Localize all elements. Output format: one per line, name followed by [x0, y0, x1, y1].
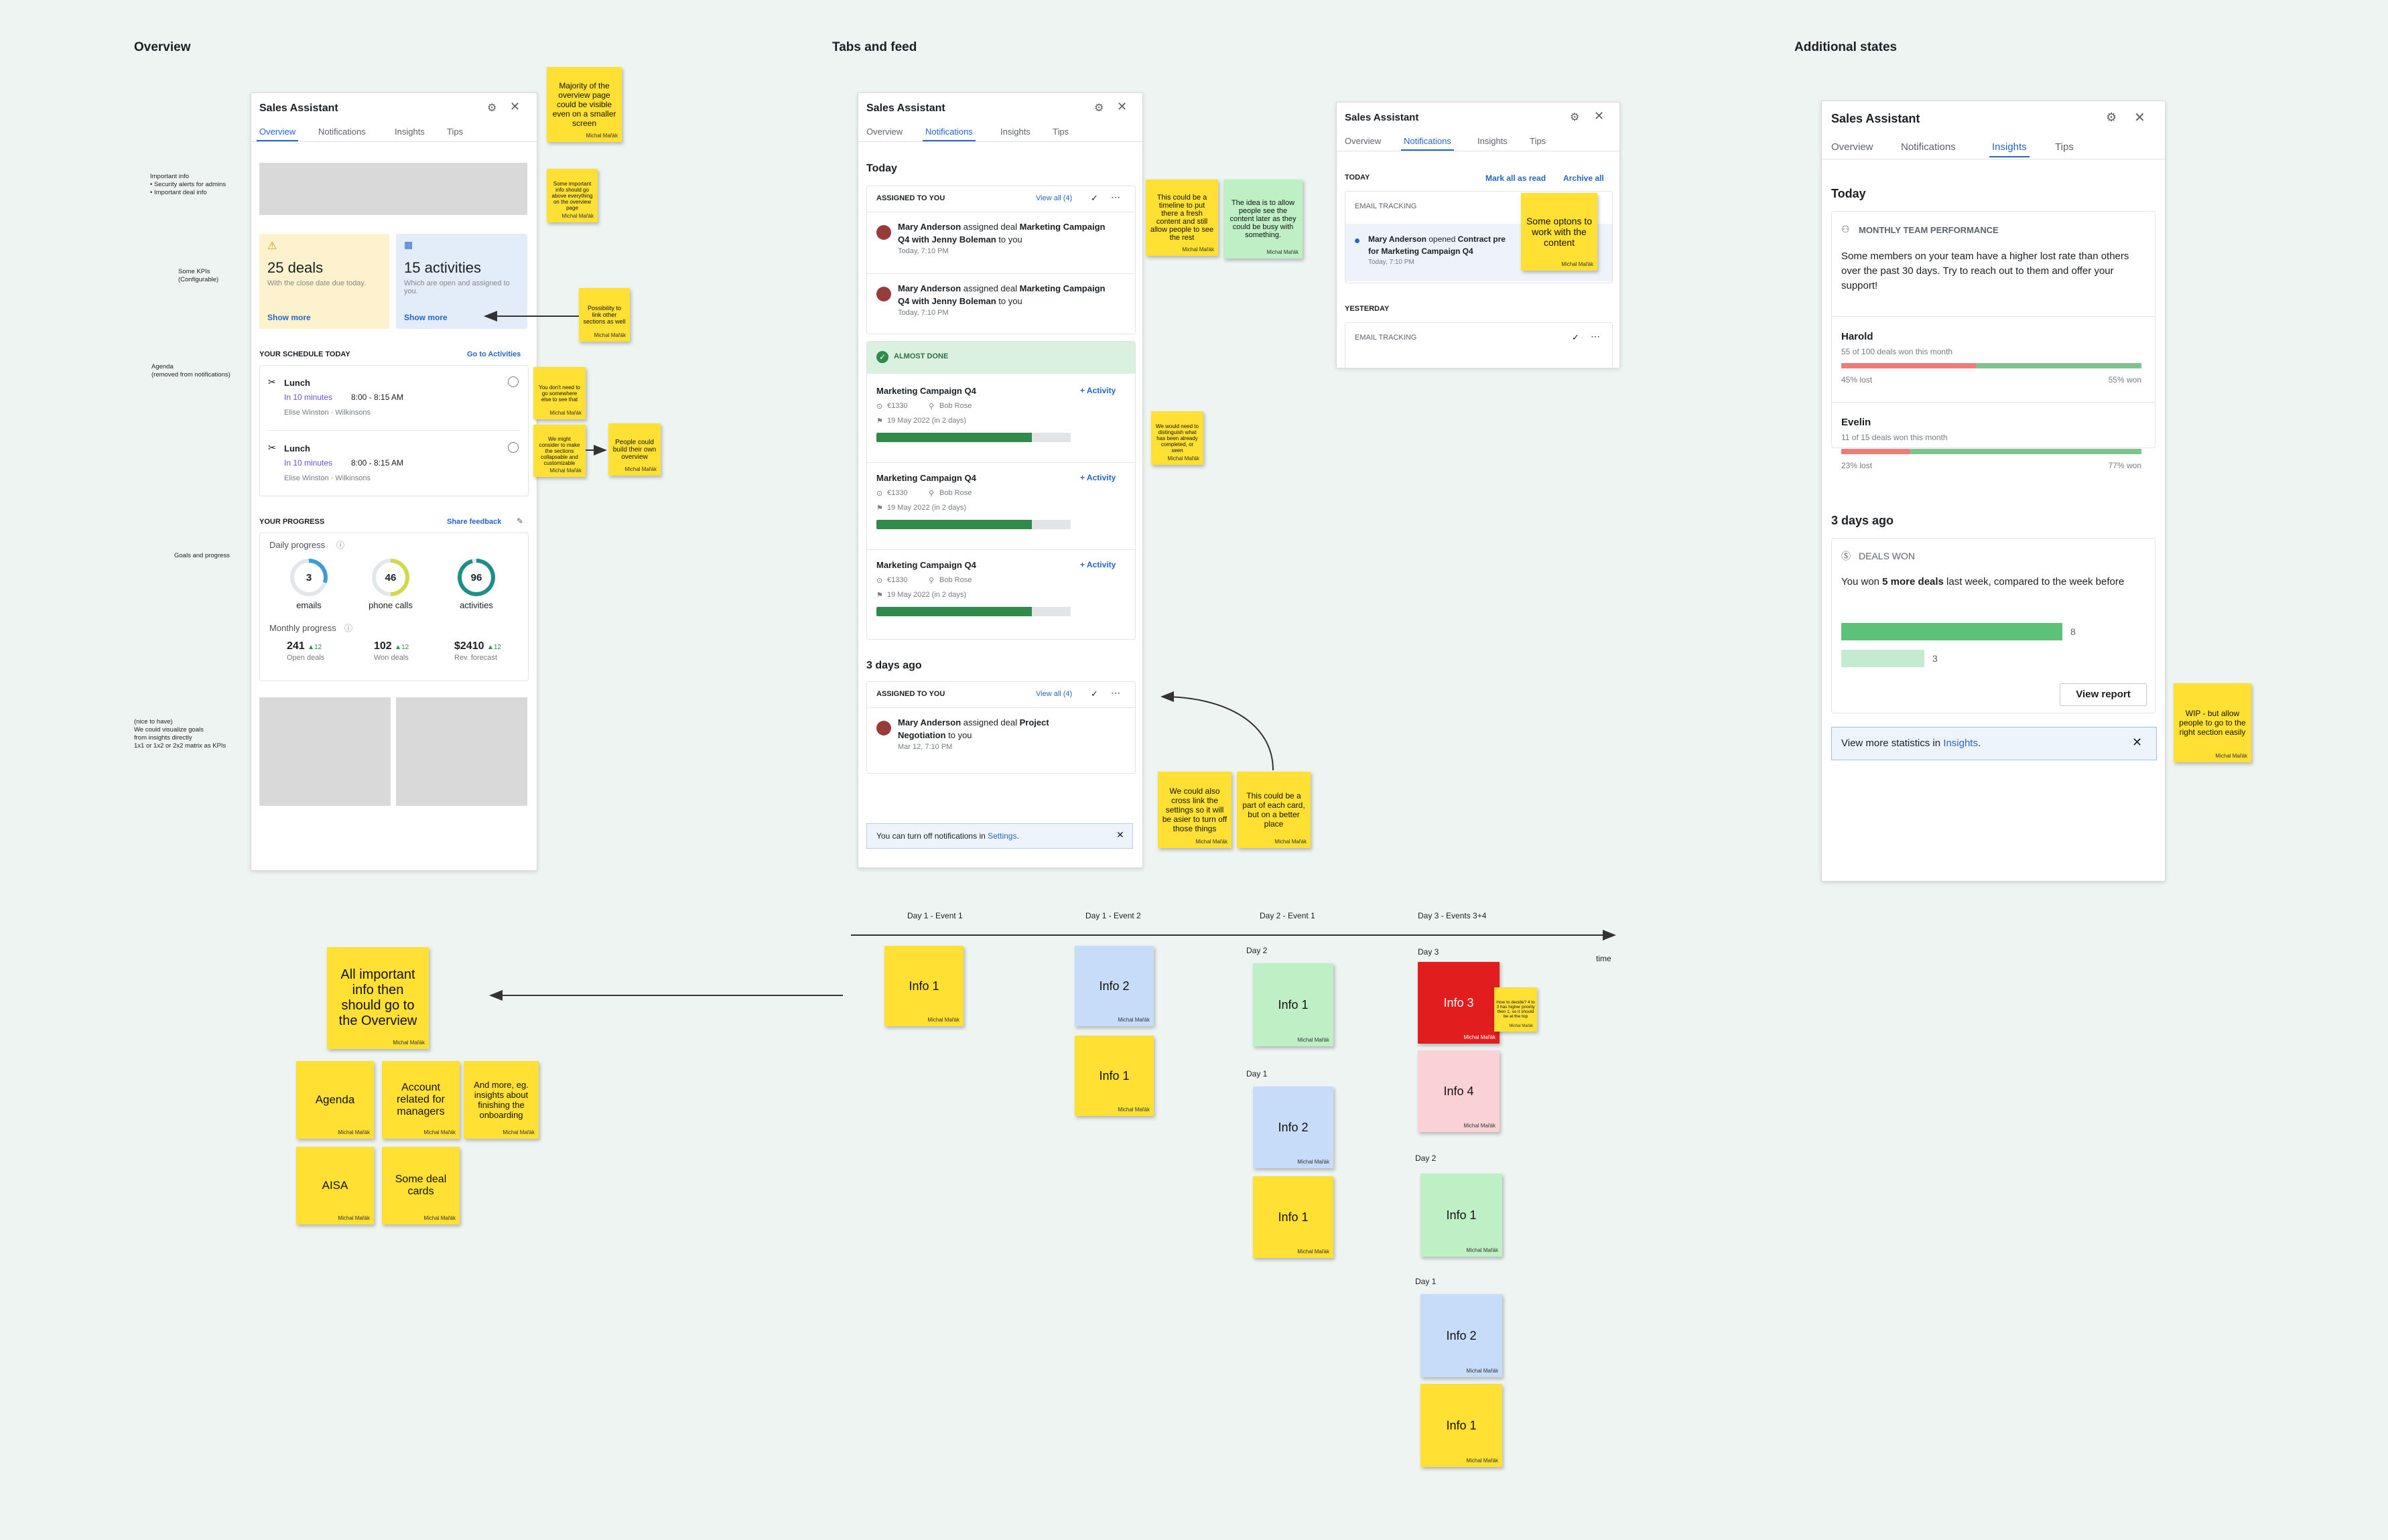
- sticky-note[interactable]: AISA Michal Mařák: [296, 1147, 374, 1224]
- sticky-note[interactable]: Info 1 Michal Mařák: [884, 946, 964, 1026]
- sticky-note[interactable]: Account related for managers Michal Mařák: [382, 1061, 460, 1139]
- timeline-header: Day 1 - Event 1: [907, 911, 963, 920]
- sticky-author: Michal Mařák: [1297, 1249, 1329, 1255]
- sticky-text: Agenda: [315, 1093, 355, 1106]
- sticky-text: Info 1: [1278, 1210, 1309, 1224]
- sticky-author: Michal Mařák: [1466, 1368, 1498, 1374]
- sticky-author: Michal Mařák: [1118, 1107, 1150, 1113]
- sticky-note[interactable]: How to decide? 4 to 3 has higher priorit…: [1494, 987, 1537, 1032]
- day-label: Day 3: [1418, 947, 1439, 957]
- sticky-note[interactable]: Info 1 Michal Mařák: [1420, 1174, 1502, 1257]
- sticky-note[interactable]: Info 4 Michal Mařák: [1418, 1050, 1500, 1132]
- sticky-text: Info 2: [1099, 979, 1130, 993]
- sticky-text: Info 1: [1278, 997, 1309, 1011]
- timeline-time-label: time: [1596, 954, 1611, 963]
- timeline-header: Day 2 - Event 1: [1260, 911, 1315, 920]
- sticky-text: Some deal cards: [395, 1174, 447, 1197]
- connector-arrows: [484, 311, 1616, 1001]
- sticky-author: Michal Mařák: [423, 1129, 456, 1135]
- sticky-note[interactable]: Some deal cards Michal Mařák: [382, 1147, 460, 1224]
- sticky-text: Info 1: [1446, 1208, 1477, 1222]
- sticky-author: Michal Mařák: [393, 1039, 425, 1046]
- day-label: Day 2: [1246, 946, 1268, 955]
- day-label: Day 1: [1415, 1277, 1437, 1286]
- sticky-note[interactable]: Info 3 Michal Mařák: [1418, 962, 1500, 1044]
- sticky-author: Michal Mařák: [503, 1129, 535, 1135]
- sticky-author: Michal Mařák: [1297, 1159, 1329, 1165]
- sticky-author: Michal Mařák: [1463, 1123, 1496, 1129]
- sticky-author: Michal Mařák: [1509, 1024, 1533, 1028]
- sticky-note[interactable]: Info 2 Michal Mařák: [1075, 946, 1154, 1026]
- sticky-note[interactable]: Info 1 Michal Mařák: [1253, 1176, 1333, 1258]
- sticky-author: Michal Mařák: [1297, 1037, 1329, 1043]
- sticky-text: All important info then should go to the…: [338, 967, 417, 1028]
- sticky-text: Info 2: [1446, 1328, 1477, 1342]
- sticky-author: Michal Mařák: [1466, 1458, 1498, 1464]
- day-label: Day 1: [1246, 1069, 1268, 1078]
- sticky-text: Info 4: [1443, 1084, 1474, 1098]
- sticky-author: Michal Mařák: [338, 1215, 370, 1221]
- sticky-note[interactable]: Info 2 Michal Mařák: [1253, 1087, 1333, 1168]
- sticky-note[interactable]: Info 1 Michal Mařák: [1420, 1384, 1502, 1467]
- timeline-header: Day 1 - Event 2: [1085, 911, 1141, 920]
- sticky-author: Michal Mařák: [1463, 1034, 1496, 1040]
- sticky-note[interactable]: And more, eg. insights about finishing t…: [464, 1061, 539, 1139]
- timeline-header: Day 3 - Events 3+4: [1418, 911, 1487, 920]
- arrow-settings-crosslink: [1160, 691, 1274, 771]
- sticky-text: And more, eg. insights about finishing t…: [474, 1080, 529, 1120]
- sticky-text: Info 1: [1446, 1418, 1477, 1432]
- sticky-text: Info 3: [1443, 995, 1474, 1009]
- sticky-author: Michal Mařák: [927, 1017, 959, 1023]
- sticky-text: AISA: [322, 1179, 348, 1192]
- sticky-note[interactable]: Info 2 Michal Mařák: [1420, 1294, 1502, 1377]
- sticky-text: Account related for managers: [396, 1082, 446, 1117]
- sticky-author: Michal Mařák: [1118, 1017, 1150, 1023]
- sticky-text: How to decide? 4 to 3 has higher priorit…: [1496, 1000, 1535, 1019]
- sticky-text: Info 2: [1278, 1120, 1309, 1134]
- sticky-note[interactable]: Info 1 Michal Mařák: [1075, 1036, 1154, 1116]
- sticky-text: Info 1: [1099, 1068, 1130, 1082]
- sticky-note[interactable]: Info 1 Michal Mařák: [1253, 963, 1333, 1046]
- sticky-note[interactable]: All important info then should go to the…: [327, 947, 429, 1049]
- sticky-author: Michal Mařák: [338, 1129, 370, 1135]
- day-label: Day 2: [1415, 1153, 1437, 1163]
- sticky-note[interactable]: Agenda Michal Mařák: [296, 1061, 374, 1139]
- sticky-text: Info 1: [909, 979, 939, 993]
- sticky-author: Michal Mařák: [423, 1215, 456, 1221]
- sticky-author: Michal Mařák: [1466, 1247, 1498, 1253]
